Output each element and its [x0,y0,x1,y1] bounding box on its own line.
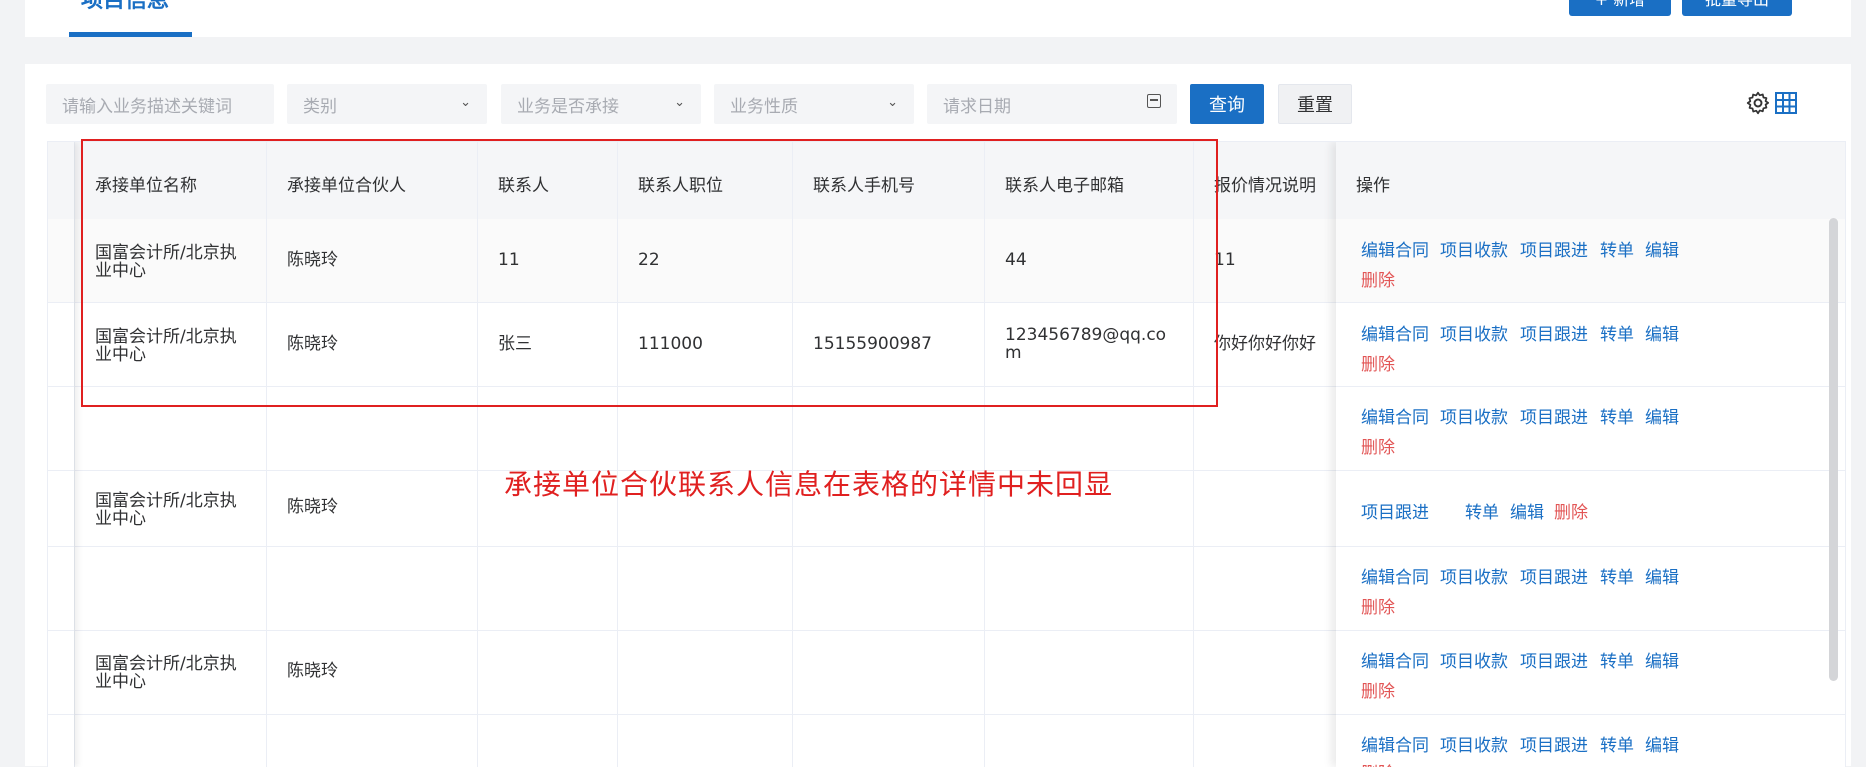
chevron-down-icon: ⌄ [674,95,685,110]
chevron-down-icon: ⌄ [887,95,898,110]
query-button[interactable]: 查询 [1190,84,1264,124]
follow-up-link[interactable]: 项目跟进 [1361,498,1429,523]
collect-link[interactable]: 项目收款 [1440,403,1508,428]
quote-cell: 你好你好你好 [1214,334,1316,354]
keyword-input[interactable]: 请输入业务描述关键词 [46,84,274,124]
unit-name-cell: 国富会计所/北京执 业中心 [95,492,237,528]
category-placeholder: 类别 [303,96,337,117]
collect-link[interactable]: 项目收款 [1440,563,1508,588]
top-header: 项目信息 + 新增 批量导出 [25,0,1851,37]
edit-contract-link[interactable]: 编辑合同 [1361,403,1429,428]
transfer-link[interactable]: 转单 [1600,731,1634,756]
batch-export-button[interactable]: 批量导出 [1682,0,1792,16]
follow-up-link[interactable]: 项目跟进 [1520,731,1588,756]
fixed-left-strip [48,142,74,767]
transfer-link[interactable]: 转单 [1600,236,1634,261]
active-tab-indicator [69,32,192,37]
edit-link[interactable]: 编辑 [1645,403,1679,428]
annotation-note: 承接单位合伙联系人信息在表格的详情中未回显 [504,468,1114,501]
date-placeholder: 请求日期 [943,96,1011,117]
undertake-select[interactable]: 业务是否承接 ⌄ [501,84,701,124]
collect-link[interactable]: 项目收款 [1440,731,1508,756]
annotation-highlight-box [81,139,1218,407]
column-divider [74,142,75,767]
delete-link[interactable]: 删除 [1361,593,1395,618]
collect-link[interactable]: 项目收款 [1440,236,1508,261]
edit-contract-link[interactable]: 编辑合同 [1361,320,1429,345]
grid-icon[interactable] [1774,91,1798,115]
unit-name-line2: 业中心 [95,509,146,529]
collect-link[interactable]: 项目收款 [1440,647,1508,672]
chevron-down-icon: ⌄ [460,95,471,110]
transfer-link[interactable]: 转单 [1465,498,1499,523]
collect-link[interactable]: 项目收款 [1440,320,1508,345]
nature-placeholder: 业务性质 [730,96,798,117]
unit-name-cell: 国富会计所/北京执 业中心 [95,655,237,691]
delete-link[interactable]: 删除 [1361,266,1395,291]
follow-up-link[interactable]: 项目跟进 [1520,236,1588,261]
tab-project-info[interactable]: 项目信息 [81,0,169,14]
edit-link[interactable]: 编辑 [1645,563,1679,588]
edit-link[interactable]: 编辑 [1645,236,1679,261]
follow-up-link[interactable]: 项目跟进 [1520,647,1588,672]
edit-link[interactable]: 编辑 [1645,320,1679,345]
delete-link[interactable]: 删除 [1361,677,1395,702]
calendar-icon [1147,94,1161,108]
date-picker[interactable]: 请求日期 [927,84,1177,124]
edit-link[interactable]: 编辑 [1510,498,1544,523]
keyword-placeholder: 请输入业务描述关键词 [62,96,232,117]
follow-up-link[interactable]: 项目跟进 [1520,320,1588,345]
category-select[interactable]: 类别 ⌄ [287,84,487,124]
unit-name-line1: 国富会计所/北京执 [95,654,237,674]
edit-contract-link[interactable]: 编辑合同 [1361,563,1429,588]
edit-contract-link[interactable]: 编辑合同 [1361,236,1429,261]
gear-icon[interactable] [1745,90,1771,116]
col-quote-note: 报价情况说明 [1214,176,1316,196]
edit-link[interactable]: 编辑 [1645,647,1679,672]
edit-contract-link[interactable]: 编辑合同 [1361,647,1429,672]
follow-up-link[interactable]: 项目跟进 [1520,403,1588,428]
transfer-link[interactable]: 转单 [1600,647,1634,672]
follow-up-link[interactable]: 项目跟进 [1520,563,1588,588]
transfer-link[interactable]: 转单 [1600,403,1634,428]
unit-name-line1: 国富会计所/北京执 [95,491,237,511]
unit-name-line2: 业中心 [95,672,146,692]
add-button[interactable]: + 新增 [1569,0,1671,16]
delete-link[interactable]: 删除 [1361,433,1395,458]
edit-link[interactable]: 编辑 [1645,731,1679,756]
reset-button[interactable]: 重置 [1278,84,1352,124]
undertake-placeholder: 业务是否承接 [517,96,619,117]
delete-link[interactable]: 删除 [1361,350,1395,375]
partner-cell: 陈晓玲 [287,661,338,681]
nature-select[interactable]: 业务性质 ⌄ [714,84,914,124]
delete-link[interactable]: 删除 [1554,498,1588,523]
edit-contract-link[interactable]: 编辑合同 [1361,731,1429,756]
transfer-link[interactable]: 转单 [1600,320,1634,345]
transfer-link[interactable]: 转单 [1600,563,1634,588]
partner-cell: 陈晓玲 [287,497,338,517]
vertical-scrollbar[interactable] [1829,218,1838,681]
